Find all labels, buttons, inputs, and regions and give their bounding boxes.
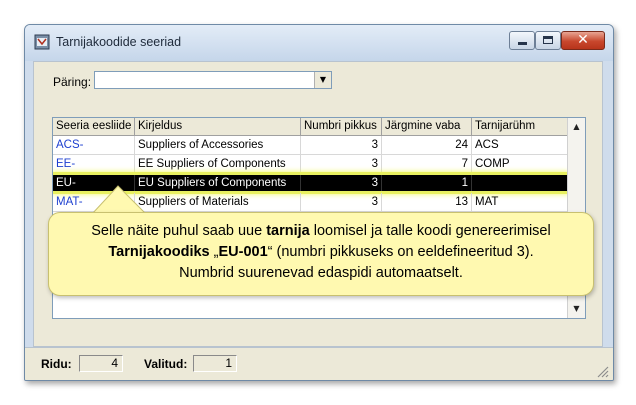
cell-number-length: 3 xyxy=(301,193,382,212)
close-icon: ✕ xyxy=(577,32,589,48)
cell-description: Suppliers of Materials xyxy=(135,193,301,212)
callout-text-part: loomisel ja talle koodi genereerimisel xyxy=(309,223,551,239)
selected-count-label: Valitud: xyxy=(144,357,188,371)
scroll-down-icon[interactable]: ▼ xyxy=(568,300,585,317)
cell-next-free: 13 xyxy=(382,193,472,212)
status-bar: Ridu: 4 Valitud: 1 xyxy=(25,347,613,380)
maximize-icon xyxy=(543,36,553,44)
callout-text: Selle näite puhul saab uue tarnija loomi… xyxy=(59,221,583,284)
callout-bold-supplier: tarnija xyxy=(266,223,310,239)
callout-bold-example-code: EU-001 xyxy=(218,244,268,260)
rows-count-value: 4 xyxy=(79,355,123,372)
resize-grip-icon[interactable] xyxy=(597,366,609,378)
callout-text-part: Selle näite puhul saab uue xyxy=(91,223,267,239)
cell-description: Suppliers of Accessories xyxy=(135,136,301,155)
cell-next-free: 24 xyxy=(382,136,472,155)
callout-line-3: Numbrid suurenevad edaspidi automaatselt… xyxy=(179,265,463,281)
cell-prefix: MAT- xyxy=(53,193,135,212)
window-title: Tarnijakoodide seeriad xyxy=(56,35,182,49)
column-header-prefix[interactable]: Seeria eesliide xyxy=(53,118,135,136)
query-label: Päring: xyxy=(53,75,92,89)
table-row[interactable]: ACS- Suppliers of Accessories 3 24 ACS xyxy=(53,136,569,155)
cell-number-length: 3 xyxy=(301,136,382,155)
callout-text-part: “ (numbri pikkuseks on eeldefineeritud 3… xyxy=(267,244,534,260)
query-dropdown[interactable]: ▼ xyxy=(94,71,332,89)
callout-line-2: Tarnijakoodiks „EU-001“ (numbri pikkusek… xyxy=(59,242,583,263)
column-header-next-free[interactable]: Järgmine vaba xyxy=(382,118,472,136)
close-button[interactable]: ✕ xyxy=(561,31,605,50)
cell-supplier-group: ACS xyxy=(472,136,569,155)
selected-count-value: 1 xyxy=(193,355,237,372)
minimize-icon xyxy=(518,42,527,45)
app-icon xyxy=(34,34,50,50)
callout-line-1: Selle näite puhul saab uue tarnija loomi… xyxy=(59,221,583,242)
column-header-supplier-group[interactable]: Tarnijarühm xyxy=(472,118,569,136)
client-area: Päring: ▼ Seeria eesliide Kirjeldus Numb… xyxy=(33,61,603,347)
explanation-callout: Selle näite puhul saab uue tarnija loomi… xyxy=(48,212,594,296)
column-header-description[interactable]: Kirjeldus xyxy=(135,118,301,136)
table-row-selected[interactable]: EU- EU Suppliers of Components 3 1 xyxy=(53,172,573,194)
cell-prefix: ACS- xyxy=(53,136,135,155)
row-highlight xyxy=(53,172,573,194)
maximize-button[interactable] xyxy=(535,31,561,50)
rows-count-label: Ridu: xyxy=(41,357,72,371)
title-bar[interactable]: Tarnijakoodide seeriad ✕ xyxy=(25,25,613,61)
minimize-button[interactable] xyxy=(509,31,535,50)
column-header-number-length[interactable]: Numbri pikkus xyxy=(301,118,382,136)
window: Tarnijakoodide seeriad ✕ Päring: ▼ Seeri… xyxy=(24,24,614,381)
cell-supplier-group: MAT xyxy=(472,193,569,212)
callout-bold-supplier-code: Tarnijakoodiks xyxy=(108,244,210,260)
scroll-up-icon[interactable]: ▲ xyxy=(568,118,585,135)
dropdown-arrow-icon[interactable]: ▼ xyxy=(314,72,331,88)
table-row[interactable]: MAT- Suppliers of Materials 3 13 MAT xyxy=(53,193,569,212)
